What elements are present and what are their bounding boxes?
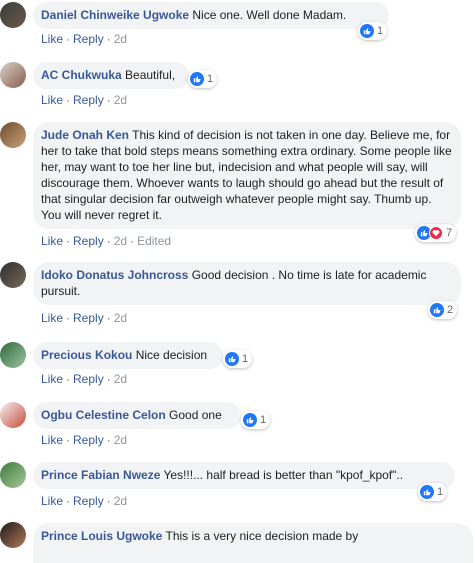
comment-actions: Like · Reply · 2d bbox=[41, 433, 128, 447]
like-link[interactable]: Like bbox=[41, 32, 63, 46]
reaction-count: 7 bbox=[446, 227, 453, 239]
comment-author[interactable]: Idoko Donatus Johncross bbox=[41, 268, 188, 282]
comment-bubble: Ogbu Celestine Celon Good one bbox=[33, 402, 241, 429]
thumbs-up-icon bbox=[225, 352, 239, 366]
thumbs-up-icon bbox=[243, 413, 257, 427]
like-link[interactable]: Like bbox=[41, 372, 63, 386]
comment-text: Nice one. Well done Madam. bbox=[192, 8, 347, 22]
reply-link[interactable]: Reply bbox=[73, 234, 104, 248]
avatar[interactable] bbox=[0, 262, 26, 288]
comment-text: This is a very nice decision made by bbox=[165, 529, 359, 543]
timestamp[interactable]: 2d bbox=[114, 311, 127, 325]
reply-link[interactable]: Reply bbox=[73, 32, 104, 46]
timestamp[interactable]: 2d bbox=[114, 234, 127, 248]
comment-bubble: Prince Fabian Nweze Yes!!!... half bread… bbox=[33, 462, 455, 489]
reply-link[interactable]: Reply bbox=[73, 433, 104, 447]
thumbs-up-icon bbox=[190, 72, 204, 86]
like-link[interactable]: Like bbox=[41, 93, 63, 107]
avatar[interactable] bbox=[0, 122, 26, 148]
comment-bubble: Idoko Donatus Johncross Good decision . … bbox=[33, 262, 461, 305]
comment-author[interactable]: Prince Fabian Nweze bbox=[41, 468, 160, 482]
timestamp[interactable]: 2d bbox=[114, 93, 127, 107]
comment-author[interactable]: AC Chukwuka bbox=[41, 68, 122, 82]
reply-link[interactable]: Reply bbox=[73, 311, 104, 325]
comment-text: Beautiful, bbox=[125, 68, 176, 82]
thumbs-up-icon bbox=[360, 24, 374, 38]
comment-bubble: Daniel Chinweike Ugwoke Nice one. Well d… bbox=[33, 2, 389, 29]
timestamp[interactable]: 2d bbox=[114, 32, 127, 46]
like-link[interactable]: Like bbox=[41, 494, 63, 508]
reaction-count: 1 bbox=[377, 25, 384, 37]
edited-label[interactable]: Edited bbox=[137, 234, 171, 248]
avatar[interactable] bbox=[0, 2, 26, 28]
like-link[interactable]: Like bbox=[41, 311, 63, 325]
reaction-count: 1 bbox=[207, 73, 214, 85]
avatar[interactable] bbox=[0, 342, 26, 368]
like-link[interactable]: Like bbox=[41, 433, 63, 447]
comment-bubble: Jude Onah Ken This kind of decision is n… bbox=[33, 122, 461, 229]
reply-link[interactable]: Reply bbox=[73, 372, 104, 386]
reaction-summary[interactable]: 7 bbox=[415, 224, 457, 242]
reaction-count: 2 bbox=[447, 304, 454, 316]
comment-text: Yes!!!... half bread is better than "kpo… bbox=[163, 468, 404, 482]
reaction-summary[interactable]: 1 bbox=[358, 22, 388, 40]
reaction-summary[interactable]: 1 bbox=[241, 411, 271, 429]
comment-text: Good one bbox=[169, 408, 222, 422]
comment-actions: Like · Reply · 2d bbox=[41, 311, 128, 325]
comment-actions: Like · Reply · 2d bbox=[41, 32, 128, 46]
reply-link[interactable]: Reply bbox=[73, 93, 104, 107]
timestamp[interactable]: 2d bbox=[114, 433, 127, 447]
timestamp[interactable]: 2d bbox=[114, 494, 127, 508]
reaction-count: 1 bbox=[242, 353, 249, 365]
like-link[interactable]: Like bbox=[41, 234, 63, 248]
comment-text: This kind of decision is not taken in on… bbox=[41, 128, 452, 222]
reaction-summary[interactable]: 1 bbox=[223, 350, 253, 368]
comment-text: Nice decision bbox=[135, 348, 208, 362]
comment-author[interactable]: Daniel Chinweike Ugwoke bbox=[41, 8, 189, 22]
comment-actions: Like · Reply · 2d bbox=[41, 372, 128, 386]
reaction-summary[interactable]: 2 bbox=[428, 301, 458, 319]
reaction-count: 1 bbox=[260, 414, 267, 426]
reaction-summary[interactable]: 1 bbox=[188, 70, 218, 88]
comment-actions: Like · Reply · 2d bbox=[41, 494, 128, 508]
timestamp[interactable]: 2d bbox=[114, 372, 127, 386]
comment-bubble: Precious Kokou Nice decision bbox=[33, 342, 223, 369]
comment-bubble: AC Chukwuka Beautiful, bbox=[33, 62, 189, 89]
avatar[interactable] bbox=[0, 62, 26, 88]
thumbs-up-icon bbox=[430, 303, 444, 317]
avatar[interactable] bbox=[0, 522, 26, 548]
thumbs-up-icon bbox=[420, 485, 434, 499]
heart-icon bbox=[429, 226, 443, 240]
reaction-summary[interactable]: 1 bbox=[418, 483, 448, 501]
reaction-count: 1 bbox=[437, 486, 444, 498]
comment-author[interactable]: Jude Onah Ken bbox=[41, 128, 129, 142]
reply-link[interactable]: Reply bbox=[73, 494, 104, 508]
comment-actions: Like · Reply · 2d bbox=[41, 93, 128, 107]
comment-author[interactable]: Precious Kokou bbox=[41, 348, 132, 362]
comment-bubble: Prince Louis Ugwoke This is a very nice … bbox=[33, 523, 473, 563]
avatar[interactable] bbox=[0, 402, 26, 428]
comment-author[interactable]: Ogbu Celestine Celon bbox=[41, 408, 166, 422]
avatar[interactable] bbox=[0, 462, 26, 488]
comment-author[interactable]: Prince Louis Ugwoke bbox=[41, 529, 162, 543]
comment-actions: Like · Reply · 2d · Edited bbox=[41, 234, 172, 248]
